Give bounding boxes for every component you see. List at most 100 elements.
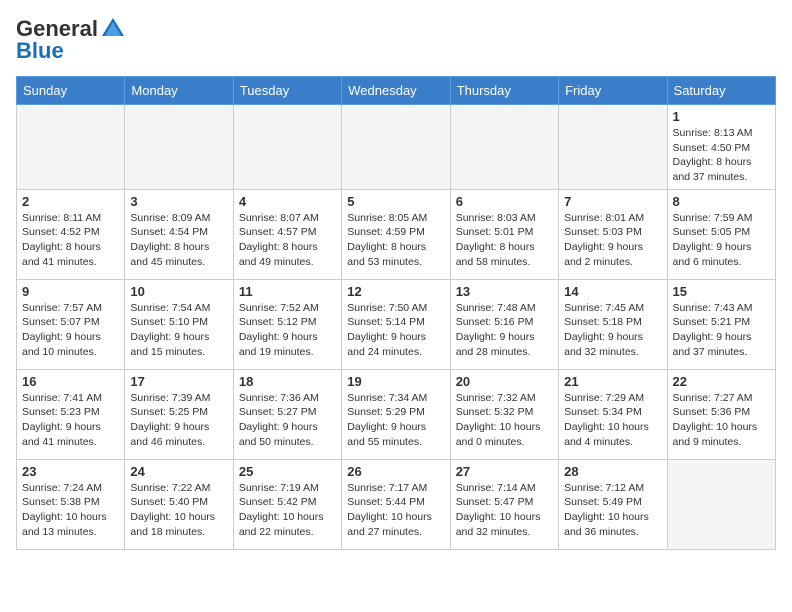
day-number: 26	[347, 464, 444, 479]
day-number: 10	[130, 284, 227, 299]
day-number: 21	[564, 374, 661, 389]
day-info: Sunrise: 7:39 AM Sunset: 5:25 PM Dayligh…	[130, 391, 227, 450]
calendar-day: 19 Sunrise: 7:34 AM Sunset: 5:29 PM Dayli…	[342, 369, 450, 459]
day-number: 13	[456, 284, 553, 299]
calendar-day	[125, 105, 233, 190]
day-number: 5	[347, 194, 444, 209]
day-info: Sunrise: 8:05 AM Sunset: 4:59 PM Dayligh…	[347, 211, 444, 270]
calendar-header-saturday: Saturday	[667, 77, 775, 105]
calendar-week-5: 23 Sunrise: 7:24 AM Sunset: 5:38 PM Dayli…	[17, 459, 776, 549]
day-info: Sunrise: 7:45 AM Sunset: 5:18 PM Dayligh…	[564, 301, 661, 360]
day-number: 1	[673, 109, 770, 124]
calendar-day: 27 Sunrise: 7:14 AM Sunset: 5:47 PM Dayli…	[450, 459, 558, 549]
calendar-day: 5 Sunrise: 8:05 AM Sunset: 4:59 PM Daylig…	[342, 189, 450, 279]
calendar-day: 14 Sunrise: 7:45 AM Sunset: 5:18 PM Dayli…	[559, 279, 667, 369]
calendar-day: 12 Sunrise: 7:50 AM Sunset: 5:14 PM Dayli…	[342, 279, 450, 369]
calendar-day: 9 Sunrise: 7:57 AM Sunset: 5:07 PM Daylig…	[17, 279, 125, 369]
day-number: 11	[239, 284, 336, 299]
day-number: 15	[673, 284, 770, 299]
calendar-day: 26 Sunrise: 7:17 AM Sunset: 5:44 PM Dayli…	[342, 459, 450, 549]
day-info: Sunrise: 7:27 AM Sunset: 5:36 PM Dayligh…	[673, 391, 770, 450]
day-info: Sunrise: 8:13 AM Sunset: 4:50 PM Dayligh…	[673, 126, 770, 185]
day-number: 18	[239, 374, 336, 389]
day-number: 19	[347, 374, 444, 389]
day-info: Sunrise: 8:09 AM Sunset: 4:54 PM Dayligh…	[130, 211, 227, 270]
day-number: 3	[130, 194, 227, 209]
calendar-day: 3 Sunrise: 8:09 AM Sunset: 4:54 PM Daylig…	[125, 189, 233, 279]
day-info: Sunrise: 7:54 AM Sunset: 5:10 PM Dayligh…	[130, 301, 227, 360]
calendar-day	[17, 105, 125, 190]
calendar-day: 24 Sunrise: 7:22 AM Sunset: 5:40 PM Dayli…	[125, 459, 233, 549]
calendar-header-friday: Friday	[559, 77, 667, 105]
day-info: Sunrise: 7:34 AM Sunset: 5:29 PM Dayligh…	[347, 391, 444, 450]
calendar-day: 11 Sunrise: 7:52 AM Sunset: 5:12 PM Dayli…	[233, 279, 341, 369]
day-info: Sunrise: 7:41 AM Sunset: 5:23 PM Dayligh…	[22, 391, 119, 450]
calendar-day: 1 Sunrise: 8:13 AM Sunset: 4:50 PM Daylig…	[667, 105, 775, 190]
calendar-day	[667, 459, 775, 549]
calendar-header-monday: Monday	[125, 77, 233, 105]
day-number: 14	[564, 284, 661, 299]
calendar-header-tuesday: Tuesday	[233, 77, 341, 105]
calendar-day	[342, 105, 450, 190]
day-info: Sunrise: 8:01 AM Sunset: 5:03 PM Dayligh…	[564, 211, 661, 270]
logo-icon	[100, 16, 126, 42]
calendar-day: 22Sunrise: 7:27 AM Sunset: 5:36 PM Dayli…	[667, 369, 775, 459]
day-number: 20	[456, 374, 553, 389]
page-header: General Blue	[16, 16, 776, 64]
day-number: 7	[564, 194, 661, 209]
calendar-day: 17 Sunrise: 7:39 AM Sunset: 5:25 PM Dayli…	[125, 369, 233, 459]
day-info: Sunrise: 7:48 AM Sunset: 5:16 PM Dayligh…	[456, 301, 553, 360]
calendar-day	[233, 105, 341, 190]
calendar-day	[559, 105, 667, 190]
day-number: 6	[456, 194, 553, 209]
day-number: 24	[130, 464, 227, 479]
day-number: 27	[456, 464, 553, 479]
day-info: Sunrise: 7:29 AM Sunset: 5:34 PM Dayligh…	[564, 391, 661, 450]
day-info: Sunrise: 7:52 AM Sunset: 5:12 PM Dayligh…	[239, 301, 336, 360]
day-number: 16	[22, 374, 119, 389]
calendar-day: 23 Sunrise: 7:24 AM Sunset: 5:38 PM Dayli…	[17, 459, 125, 549]
calendar-week-2: 2Sunrise: 8:11 AM Sunset: 4:52 PM Daylig…	[17, 189, 776, 279]
day-info: Sunrise: 8:03 AM Sunset: 5:01 PM Dayligh…	[456, 211, 553, 270]
calendar-day: 4 Sunrise: 8:07 AM Sunset: 4:57 PM Daylig…	[233, 189, 341, 279]
logo: General Blue	[16, 16, 128, 64]
calendar-table: SundayMondayTuesdayWednesdayThursdayFrid…	[16, 76, 776, 550]
day-number: 23	[22, 464, 119, 479]
day-number: 12	[347, 284, 444, 299]
day-number: 25	[239, 464, 336, 479]
day-number: 4	[239, 194, 336, 209]
day-info: Sunrise: 7:24 AM Sunset: 5:38 PM Dayligh…	[22, 481, 119, 540]
calendar-day: 16 Sunrise: 7:41 AM Sunset: 5:23 PM Dayli…	[17, 369, 125, 459]
day-number: 28	[564, 464, 661, 479]
calendar-day: 6 Sunrise: 8:03 AM Sunset: 5:01 PM Daylig…	[450, 189, 558, 279]
calendar-day: 10 Sunrise: 7:54 AM Sunset: 5:10 PM Dayli…	[125, 279, 233, 369]
calendar-week-4: 16 Sunrise: 7:41 AM Sunset: 5:23 PM Dayli…	[17, 369, 776, 459]
calendar-week-1: 1 Sunrise: 8:13 AM Sunset: 4:50 PM Daylig…	[17, 105, 776, 190]
calendar-header-wednesday: Wednesday	[342, 77, 450, 105]
calendar-header-sunday: Sunday	[17, 77, 125, 105]
day-info: Sunrise: 7:57 AM Sunset: 5:07 PM Dayligh…	[22, 301, 119, 360]
day-info: Sunrise: 8:07 AM Sunset: 4:57 PM Dayligh…	[239, 211, 336, 270]
calendar-day: 20 Sunrise: 7:32 AM Sunset: 5:32 PM Dayli…	[450, 369, 558, 459]
day-number: 17	[130, 374, 227, 389]
calendar-day: 7 Sunrise: 8:01 AM Sunset: 5:03 PM Daylig…	[559, 189, 667, 279]
day-info: Sunrise: 7:36 AM Sunset: 5:27 PM Dayligh…	[239, 391, 336, 450]
day-number: 9	[22, 284, 119, 299]
calendar-day	[450, 105, 558, 190]
day-info: Sunrise: 7:43 AM Sunset: 5:21 PM Dayligh…	[673, 301, 770, 360]
day-info: Sunrise: 7:17 AM Sunset: 5:44 PM Dayligh…	[347, 481, 444, 540]
calendar-day: 13 Sunrise: 7:48 AM Sunset: 5:16 PM Dayli…	[450, 279, 558, 369]
calendar-day: 8Sunrise: 7:59 AM Sunset: 5:05 PM Daylig…	[667, 189, 775, 279]
day-info: Sunrise: 7:12 AM Sunset: 5:49 PM Dayligh…	[564, 481, 661, 540]
day-info: Sunrise: 7:50 AM Sunset: 5:14 PM Dayligh…	[347, 301, 444, 360]
day-info: Sunrise: 7:22 AM Sunset: 5:40 PM Dayligh…	[130, 481, 227, 540]
day-info: Sunrise: 7:14 AM Sunset: 5:47 PM Dayligh…	[456, 481, 553, 540]
calendar-day: 21 Sunrise: 7:29 AM Sunset: 5:34 PM Dayli…	[559, 369, 667, 459]
day-info: Sunrise: 7:19 AM Sunset: 5:42 PM Dayligh…	[239, 481, 336, 540]
calendar-day: 2Sunrise: 8:11 AM Sunset: 4:52 PM Daylig…	[17, 189, 125, 279]
calendar-day: 15 Sunrise: 7:43 AM Sunset: 5:21 PM Dayli…	[667, 279, 775, 369]
calendar-day: 28 Sunrise: 7:12 AM Sunset: 5:49 PM Dayli…	[559, 459, 667, 549]
calendar-week-3: 9 Sunrise: 7:57 AM Sunset: 5:07 PM Daylig…	[17, 279, 776, 369]
day-info: Sunrise: 8:11 AM Sunset: 4:52 PM Dayligh…	[22, 211, 119, 270]
day-info: Sunrise: 7:32 AM Sunset: 5:32 PM Dayligh…	[456, 391, 553, 450]
